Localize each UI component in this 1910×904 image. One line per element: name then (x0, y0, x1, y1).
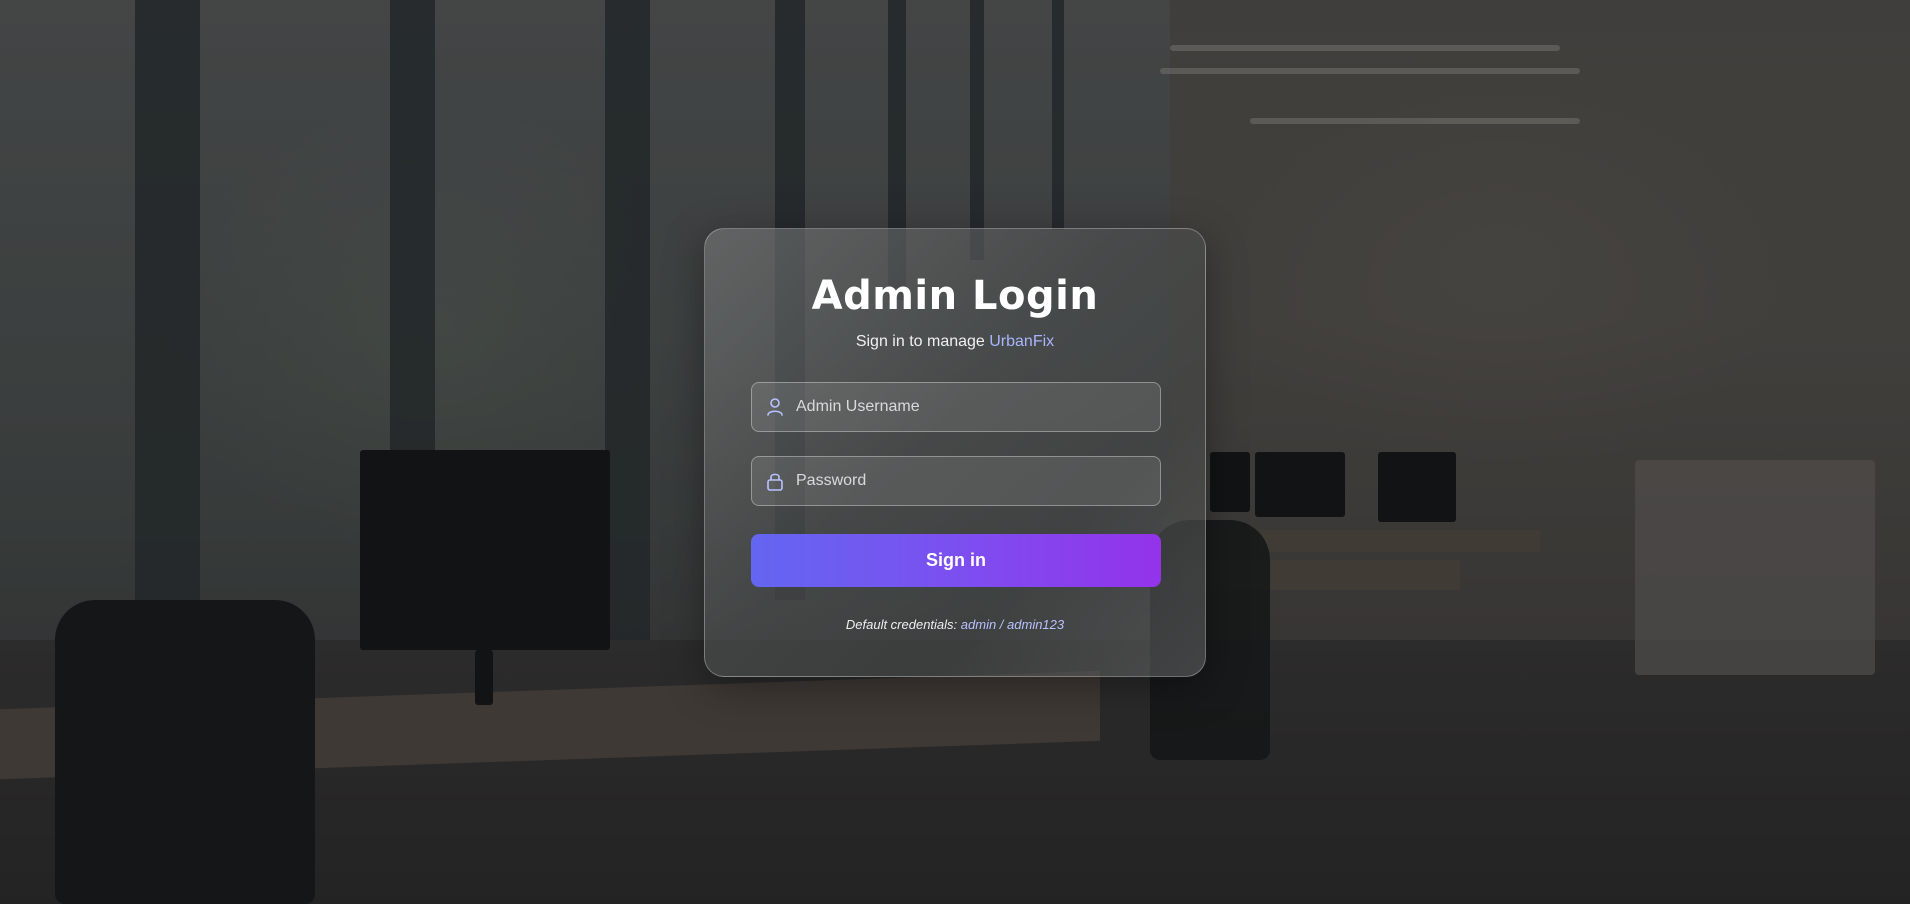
subtitle-text: Sign in to manage (855, 333, 990, 350)
brand-name: UrbanFix (989, 333, 1055, 350)
login-card: Admin Login Sign in to manage UrbanFix S… (704, 228, 1206, 677)
username-input[interactable] (796, 383, 1152, 431)
login-title: Admin Login (811, 273, 1099, 319)
username-field[interactable] (751, 382, 1161, 432)
credentials-label: Default credentials: (845, 617, 961, 632)
login-subtitle: Sign in to manage UrbanFix (705, 333, 1205, 351)
password-field[interactable] (751, 456, 1161, 506)
lock-icon (767, 473, 783, 491)
sign-in-button[interactable]: Sign in (751, 534, 1161, 587)
credentials-value: admin / admin123 (960, 617, 1065, 632)
user-icon (767, 398, 783, 416)
default-credentials-hint: Default credentials: admin / admin123 (705, 617, 1205, 632)
password-input[interactable] (796, 457, 1152, 505)
